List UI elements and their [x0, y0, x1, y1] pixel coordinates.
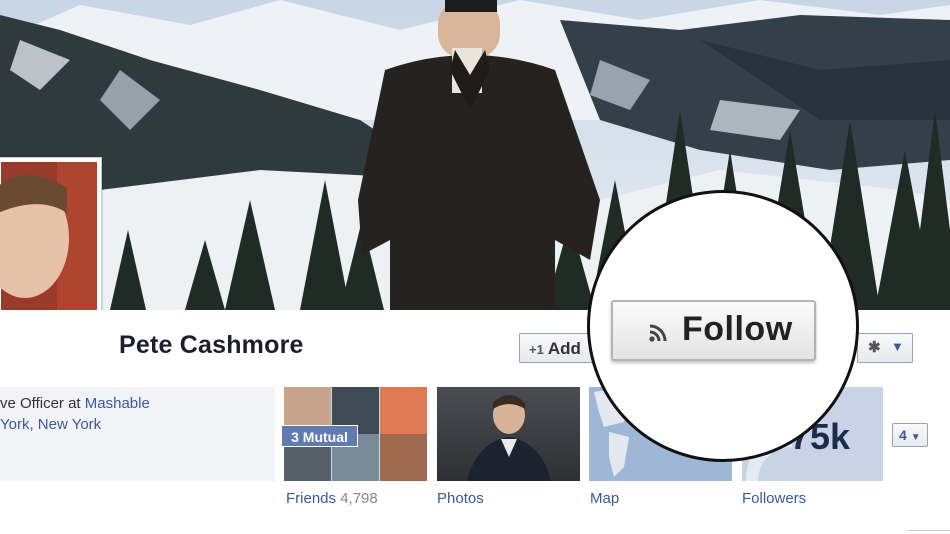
photos-link[interactable]: Photos: [437, 490, 484, 507]
friends-count: 4,798: [340, 490, 378, 507]
rss-icon: [649, 324, 667, 342]
friends-label: Friends: [286, 490, 337, 507]
work-company-link[interactable]: Mashable: [85, 395, 150, 412]
divider: [908, 530, 950, 531]
photos-tile[interactable]: [437, 387, 580, 481]
more-count: 4: [899, 427, 907, 443]
profile-name[interactable]: Pete Cashmore: [119, 331, 304, 360]
followers-link[interactable]: Followers: [742, 490, 806, 507]
gear-icon: ✱: [868, 339, 881, 356]
mutual-friend-photo: [380, 387, 427, 434]
map-link[interactable]: Map: [590, 490, 619, 507]
plus-icon: +1: [529, 342, 544, 357]
add-friend-button[interactable]: +1 Add: [519, 333, 597, 363]
chevron-down-icon: ▼: [891, 339, 904, 354]
more-tiles-button[interactable]: 4 ▼: [892, 423, 928, 447]
follow-label: Follow: [682, 310, 793, 348]
mutual-friend-photo: [380, 434, 427, 481]
friends-link[interactable]: Friends 4,798: [286, 490, 378, 507]
mutual-friends-badge[interactable]: 3 Mutual: [281, 425, 358, 447]
location-link[interactable]: York, New York: [0, 416, 101, 433]
settings-menu-button[interactable]: ✱ ▼: [857, 333, 913, 363]
chevron-down-icon: ▼: [910, 432, 921, 443]
work-info: ve Officer at Mashable: [0, 395, 150, 412]
add-label: Add: [547, 339, 581, 358]
work-title: ve Officer at: [0, 395, 85, 412]
